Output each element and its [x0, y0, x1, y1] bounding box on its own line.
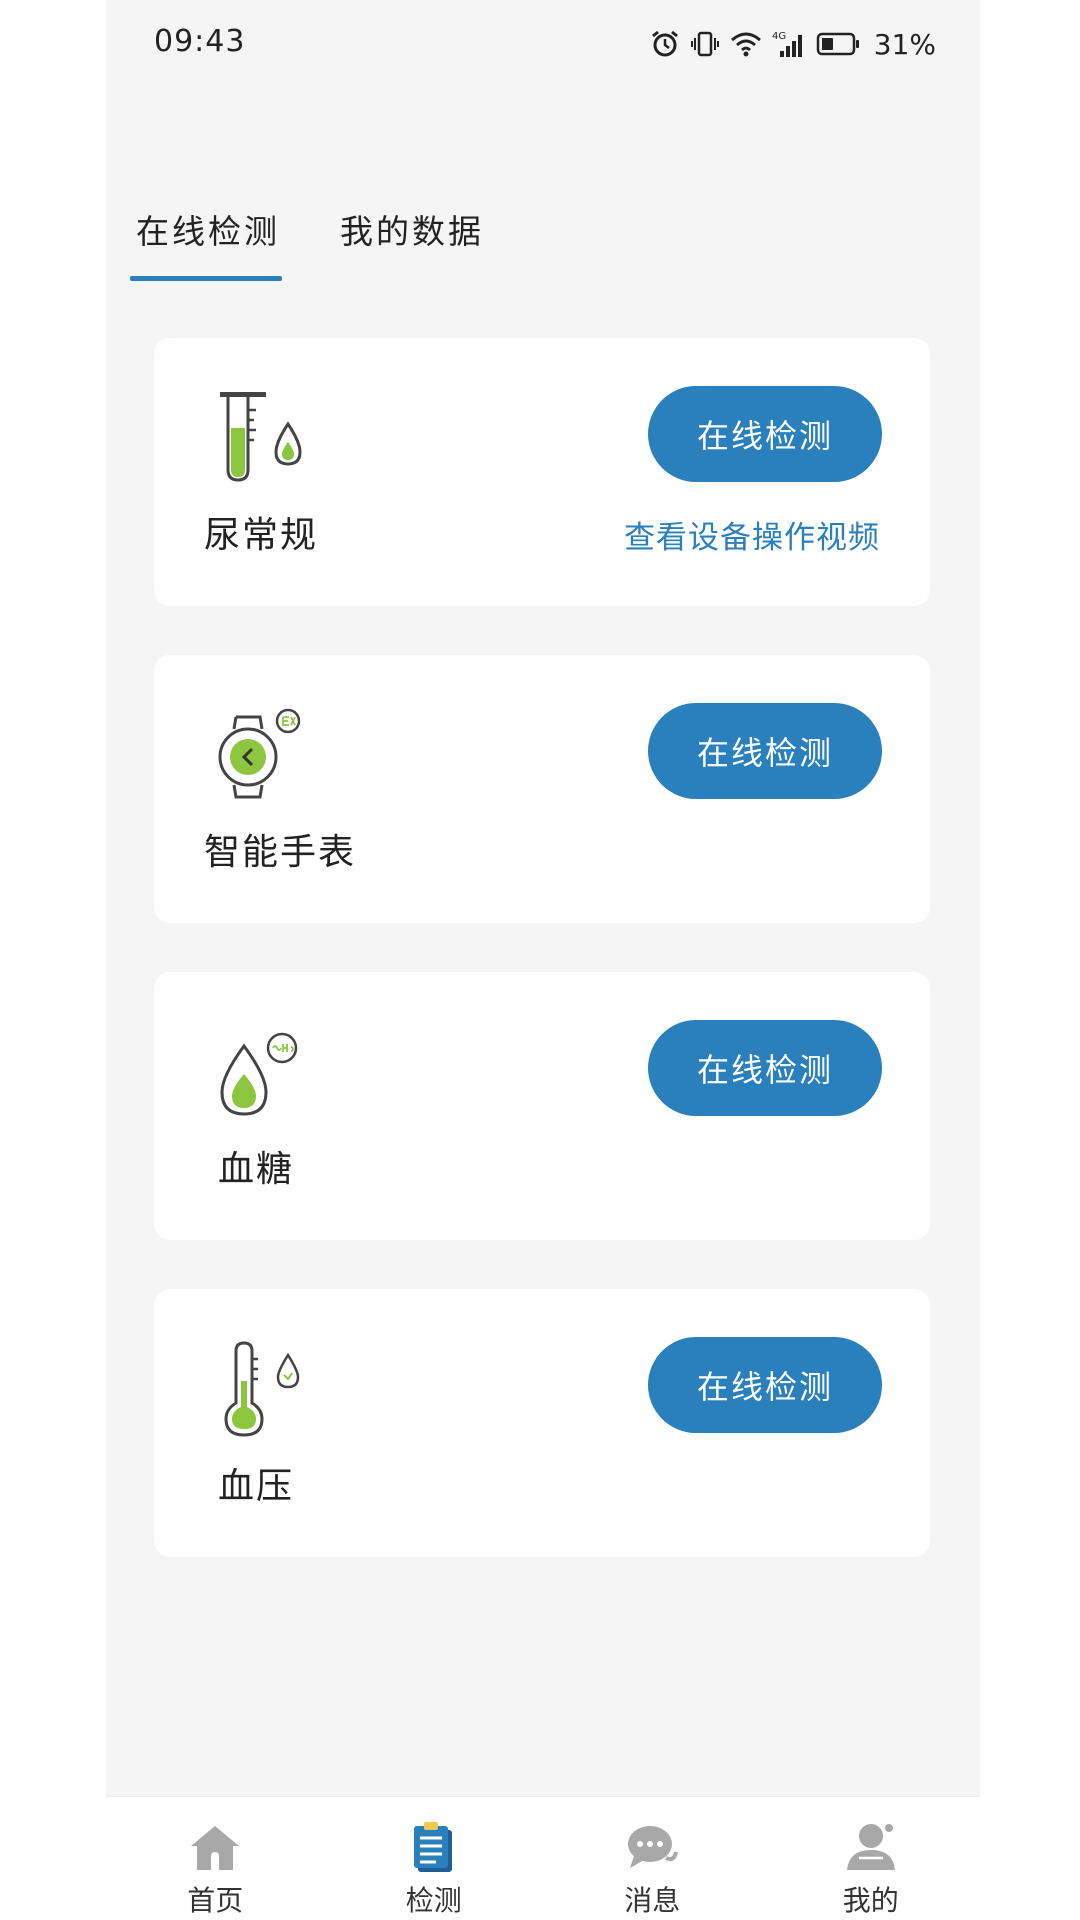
tab-bar: 在线检测 我的数据 [130, 205, 484, 281]
status-bar: 09:43 4G 31% [106, 0, 980, 88]
card-title: 尿常规 [204, 515, 319, 556]
cellular-signal-icon: 4G [772, 29, 806, 59]
blood-drop-icon [214, 1022, 304, 1122]
detection-card-blood-pressure: 血压 在线检测 [154, 1289, 930, 1557]
smart-watch-icon [214, 705, 304, 805]
detection-card-blood-sugar: 血糖 在线检测 [154, 972, 930, 1240]
status-icons: 4G 31% [650, 24, 936, 64]
nav-item-detection[interactable]: 检测 [325, 1797, 544, 1920]
chat-bubble-icon [625, 1821, 679, 1873]
online-detection-button[interactable]: 在线检测 [648, 1020, 882, 1116]
svg-text:4G: 4G [772, 31, 786, 42]
online-detection-button[interactable]: 在线检测 [648, 703, 882, 799]
detection-card-urine: 尿常规 在线检测 查看设备操作视频 [154, 338, 930, 606]
nav-item-messages[interactable]: 消息 [543, 1797, 762, 1920]
detection-card-watch: 智能手表 在线检测 [154, 655, 930, 923]
thermometer-icon [214, 1339, 304, 1439]
detection-card-list: 尿常规 在线检测 查看设备操作视频 智能手表 在线检测 血糖 在线检测 血压 在… [154, 338, 930, 1606]
app-screen: 09:43 4G 31% 在线检测 我的数据 尿常规 在线检测 查看设备操作视频… [106, 0, 980, 1920]
nav-label: 首页 [187, 1884, 244, 1917]
view-device-video-link[interactable]: 查看设备操作视频 [624, 512, 880, 557]
wifi-icon [730, 29, 762, 59]
test-tube-icon [214, 388, 304, 488]
home-icon [188, 1821, 242, 1873]
online-detection-button[interactable]: 在线检测 [648, 386, 882, 482]
vibrate-icon [690, 29, 720, 59]
online-detection-button[interactable]: 在线检测 [648, 1337, 882, 1433]
tab-my-data[interactable]: 我的数据 [340, 205, 484, 281]
card-title: 血压 [218, 1466, 295, 1507]
nav-item-home[interactable]: 首页 [106, 1797, 325, 1920]
user-icon [844, 1821, 898, 1873]
alarm-icon [650, 29, 680, 59]
clipboard-icon [407, 1821, 461, 1873]
status-time: 09:43 [154, 24, 246, 59]
card-title: 智能手表 [204, 832, 357, 873]
battery-percent: 31% [873, 27, 936, 61]
tab-online-detection[interactable]: 在线检测 [130, 205, 282, 281]
bottom-navigation: 首页 检测 消息 我的 [106, 1796, 980, 1920]
battery-icon [816, 31, 860, 57]
nav-label: 消息 [624, 1884, 681, 1917]
nav-item-mine[interactable]: 我的 [762, 1797, 981, 1920]
nav-label: 检测 [405, 1884, 462, 1917]
nav-label: 我的 [842, 1884, 899, 1917]
card-title: 血糖 [218, 1149, 295, 1190]
